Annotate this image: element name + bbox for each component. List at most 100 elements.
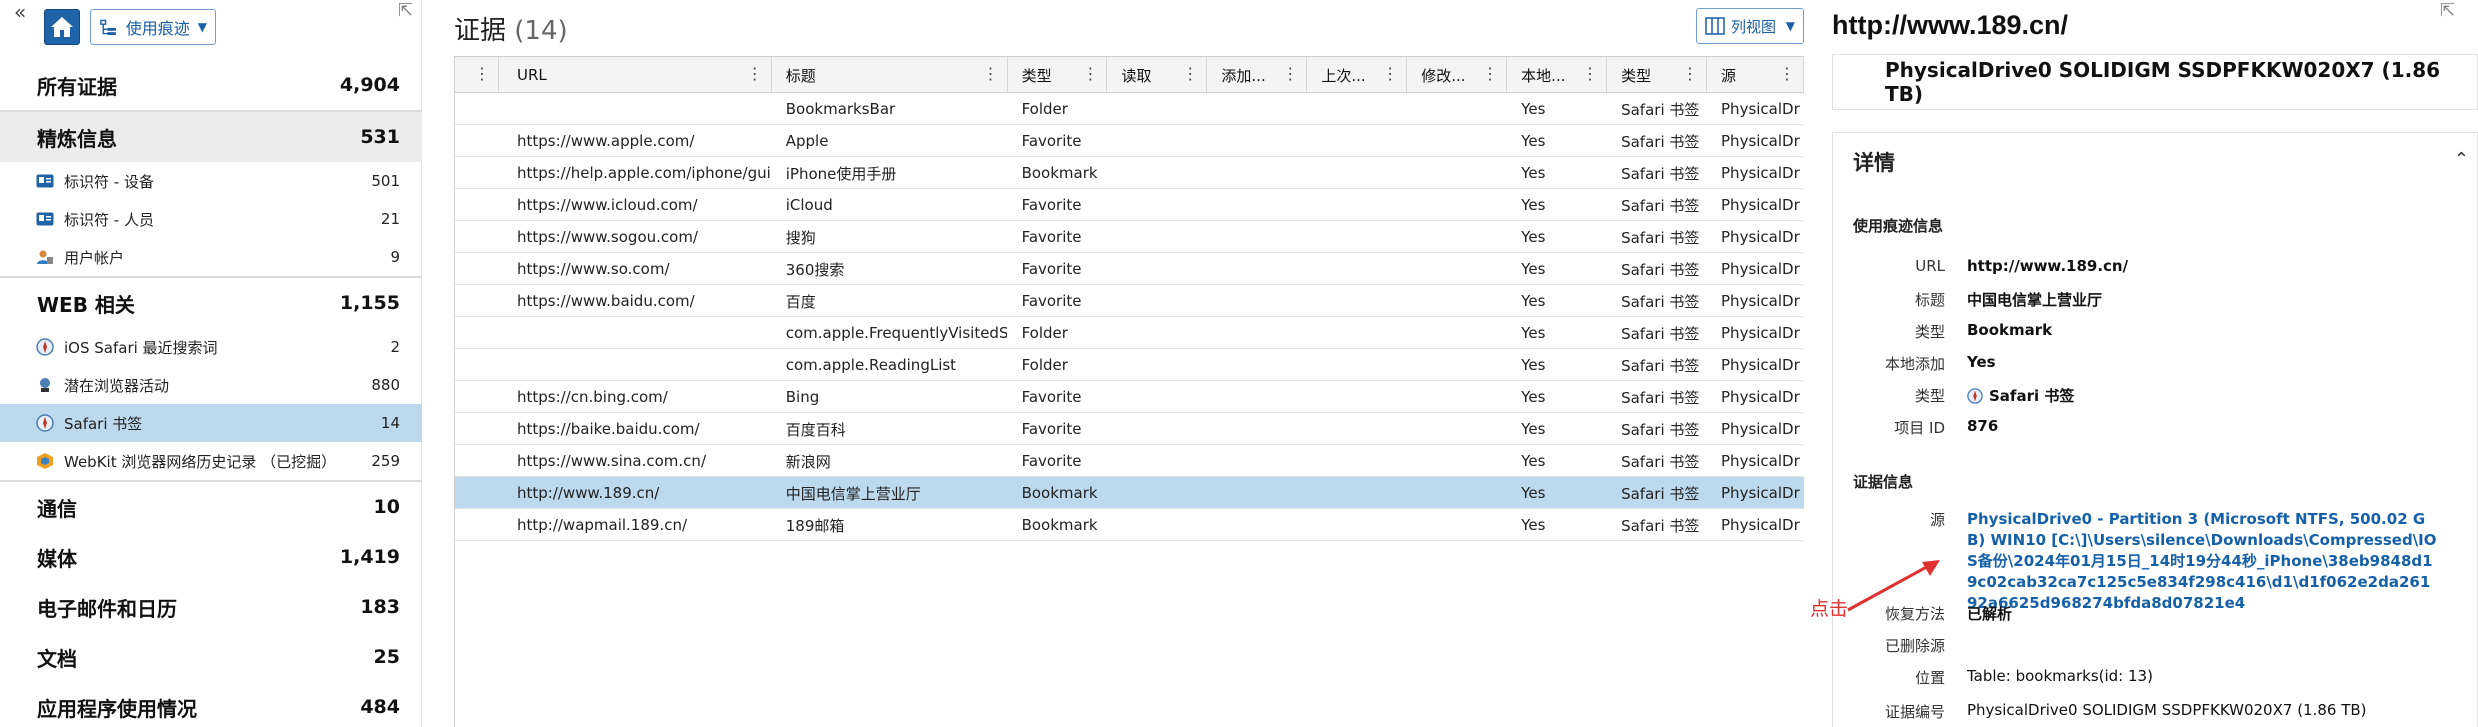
nav-group-all-evidence[interactable]: 所有证据 4,904 [0,60,422,110]
table-cell: Safari 书签 [1621,292,1700,311]
table-cell: Safari 书签 [1621,196,1700,215]
table-cell: Safari 书签 [1621,260,1700,279]
table-cell: PhysicalDr [1721,196,1800,214]
column-header[interactable]: 源 ⋮ [1707,57,1804,93]
column-header[interactable]: 修改... ⋮ [1407,57,1508,93]
nav-item-label: 标识符 - 设备 [64,172,154,191]
column-header[interactable]: 上次... ⋮ [1307,57,1408,93]
artifact-mode-dropdown[interactable]: 使用痕迹 ▼ [90,9,216,45]
table-row[interactable]: https://cn.bing.com/Bing Favorite Yes Safar… [455,381,1804,413]
nav-item-user-accounts[interactable]: 用户帐户 9 [0,238,422,276]
table-cell [1107,349,1207,381]
table-row[interactable]: http://www.189.cn/中国电信掌上营业厅 Bookmark Yes Sa… [455,477,1804,509]
table-row[interactable]: https://www.baidu.com/百度 Favorite Yes Safar… [455,285,1804,317]
table-row[interactable]: https://www.icloud.com/iCloud Favorite Yes… [455,189,1804,221]
detail-key: 位置 [1914,669,1945,687]
pin-icon[interactable]: ⇱ [2440,0,2455,21]
nav-group-app-usage[interactable]: 应用程序使用情况 484 [0,682,422,727]
column-header[interactable]: 读取 ⋮ [1107,57,1208,93]
nav-group-web[interactable]: WEB 相关 1,155 [0,278,422,328]
table-cell: Safari 书签 [1621,132,1700,151]
nav-group-communication[interactable]: 通信 10 [0,482,422,532]
table-row[interactable]: https://help.apple.com/iphone/guide/iPho… [455,157,1804,189]
table-cell [1307,477,1407,509]
column-menu-icon[interactable]: ⋮ [1182,66,1198,82]
nav-group-label: 文档 [37,646,77,671]
table-cell: BookmarksBar [785,100,896,118]
column-header[interactable]: ⋮ [455,57,499,93]
table-cell [1307,349,1407,381]
column-header[interactable]: URL ⋮ [499,57,772,93]
table-cell [1207,253,1307,285]
nav-group-media[interactable]: 媒体 1,419 [0,532,422,582]
nav-group-count: 531 [360,126,400,148]
column-menu-icon[interactable]: ⋮ [983,66,999,82]
column-header[interactable]: 本地... ⋮ [1507,57,1608,93]
home-button[interactable] [44,9,80,45]
column-header[interactable]: 类型 ⋮ [1008,57,1108,93]
table-cell: 百度百科 [785,420,846,439]
table-row[interactable]: http://wapmail.189.cn/189邮箱 Bookmark Yes Sa… [455,509,1804,541]
table-cell: PhysicalDr [1721,324,1800,342]
table-cell: Favorite [1021,260,1082,278]
table-row[interactable]: https://www.sogou.com/搜狗 Favorite Yes Safar… [455,221,1804,253]
table-cell [1307,157,1407,189]
nav-group-email-calendar[interactable]: 电子邮件和日历 183 [0,582,422,632]
column-menu-icon[interactable]: ⋮ [474,66,490,82]
column-menu-icon[interactable]: ⋮ [1382,66,1398,82]
table-cell [1407,125,1507,157]
column-menu-icon[interactable]: ⋮ [1082,66,1098,82]
table-cell: Yes [1521,388,1546,406]
table-cell: Safari 书签 [1621,484,1700,503]
table-cell: Yes [1521,196,1546,214]
table-body: BookmarksBar Folder Yes Safari 书签 PhysicalDr… [455,93,1804,541]
nav-item-device-identifiers[interactable]: 标识符 - 设备 501 [0,162,422,200]
table-cell: 189邮箱 [785,516,845,535]
column-menu-icon[interactable]: ⋮ [1282,66,1298,82]
column-menu-icon[interactable]: ⋮ [747,66,763,82]
table-cell: https://www.sogou.com/ [516,228,698,246]
table-cell [1107,285,1207,317]
nav-group-refined[interactable]: 精炼信息 531 [0,112,422,162]
column-header[interactable]: 添加... ⋮ [1207,57,1308,93]
table-cell: 新浪网 [785,452,831,471]
nav-group-documents[interactable]: 文档 25 [0,632,422,682]
table-cell [455,285,499,317]
table-row[interactable]: https://www.apple.com/Apple Favorite Yes Sa… [455,125,1804,157]
table-cell [1107,253,1207,285]
table-cell: Favorite [1021,196,1082,214]
column-view-dropdown[interactable]: 列视图 ▼ [1696,8,1804,44]
table-row[interactable]: com.apple.FrequentlyVisitedSites Folder Ye… [455,317,1804,349]
column-menu-icon[interactable]: ⋮ [1582,66,1598,82]
table-cell [1407,445,1507,477]
nav-item-count: 880 [371,376,400,394]
table-cell: 360搜索 [785,260,845,279]
table-cell: Folder [1021,356,1068,374]
table-row[interactable]: https://www.sina.com.cn/新浪网 Favorite Yes Sa… [455,445,1804,477]
nav-item-browser-activity[interactable]: 潜在浏览器活动 880 [0,366,422,404]
column-header[interactable]: 类型 ⋮ [1607,57,1708,93]
nav-item-ios-safari-searches[interactable]: iOS Safari 最近搜索词 2 [0,328,422,366]
table-row[interactable]: BookmarksBar Folder Yes Safari 书签 PhysicalDr [455,93,1804,125]
table-row[interactable]: https://www.so.com/360搜索 Favorite Yes Safar… [455,253,1804,285]
source-path-link[interactable]: PhysicalDrive0 - Partition 3 (Microsoft … [1967,509,2437,614]
collapse-panel-icon[interactable]: « [14,2,26,22]
table-cell: Yes [1521,260,1546,278]
column-menu-icon[interactable]: ⋮ [1779,66,1795,82]
column-header[interactable]: 标题 ⋮ [772,57,1008,93]
column-menu-icon[interactable]: ⋮ [1682,66,1698,82]
nav-item-safari-bookmarks[interactable]: Safari 书签 14 [0,404,422,442]
nav-item-person-identifiers[interactable]: 标识符 - 人员 21 [0,200,422,238]
nav-item-webkit-history[interactable]: WebKit 浏览器网络历史记录 （已挖掘） 259 [0,442,422,480]
table-cell: PhysicalDr [1721,420,1800,438]
nav-group-count: 4,904 [339,74,400,96]
collapse-up-icon[interactable]: ⌃ [2454,149,2469,170]
table-cell [1407,221,1507,253]
safari-icon [1967,387,1983,404]
table-cell [1207,317,1307,349]
table-row[interactable]: com.apple.ReadingList Folder Yes Safari 书签 P… [455,349,1804,381]
nav-item-label: 用户帐户 [64,248,125,267]
table-row[interactable]: https://baike.baidu.com/百度百科 Favorite Yes S… [455,413,1804,445]
column-menu-icon[interactable]: ⋮ [1482,66,1498,82]
pin-icon[interactable]: ⇱ [398,0,413,21]
